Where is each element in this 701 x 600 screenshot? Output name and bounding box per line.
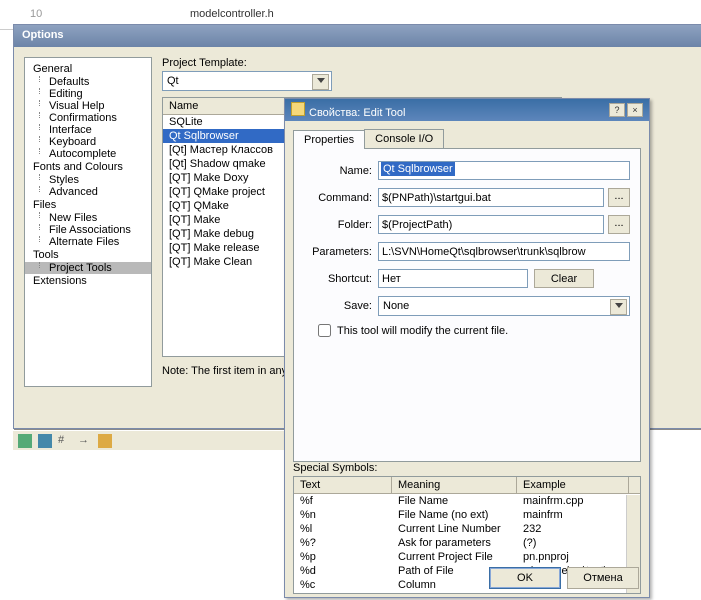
tree-item[interactable]: Confirmations bbox=[25, 112, 151, 124]
browse-button[interactable]: ... bbox=[608, 188, 630, 207]
clear-button[interactable]: Clear bbox=[534, 269, 594, 288]
tree-item[interactable]: Editing bbox=[25, 88, 151, 100]
tree-item[interactable]: Keyboard bbox=[25, 136, 151, 148]
symbol-row[interactable]: %?Ask for parameters(?) bbox=[294, 536, 640, 550]
tree-item[interactable]: Alternate Files bbox=[25, 236, 151, 248]
save-combo[interactable]: None bbox=[378, 296, 630, 316]
chevron-down-icon bbox=[317, 78, 325, 83]
tool-icon[interactable]: # bbox=[58, 434, 72, 448]
browse-button[interactable]: ... bbox=[608, 215, 630, 234]
category-tree[interactable]: General Defaults Editing Visual Help Con… bbox=[24, 57, 152, 387]
col-example[interactable]: Example bbox=[517, 477, 629, 493]
template-combo[interactable]: Qt bbox=[162, 71, 332, 91]
symbol-row[interactable]: %fFile Namemainfrm.cpp bbox=[294, 494, 640, 508]
tree-project-tools[interactable]: Project Tools bbox=[25, 262, 151, 274]
tree-files[interactable]: Files bbox=[25, 198, 151, 212]
shortcut-label: Shortcut: bbox=[304, 273, 378, 285]
filename: modelcontroller.h bbox=[190, 8, 274, 20]
symbol-row[interactable]: %nFile Name (no ext)mainfrm bbox=[294, 508, 640, 522]
modify-label: This tool will modify the current file. bbox=[337, 325, 508, 337]
prop-titlebar[interactable]: Свойства: Edit Tool ? × bbox=[285, 99, 649, 121]
symbol-row[interactable]: %pCurrent Project Filepn.pnproj bbox=[294, 550, 640, 564]
tab-console-io[interactable]: Console I/O bbox=[364, 129, 444, 148]
edit-tool-dialog: Свойства: Edit Tool ? × Properties Conso… bbox=[284, 98, 650, 598]
ok-button[interactable]: OK bbox=[489, 567, 561, 589]
close-button[interactable]: × bbox=[627, 103, 643, 117]
shortcut-input[interactable] bbox=[378, 269, 528, 288]
tree-item[interactable]: Advanced bbox=[25, 186, 151, 198]
name-input[interactable]: Qt Sqlbrowser bbox=[381, 162, 455, 176]
help-button[interactable]: ? bbox=[609, 103, 625, 117]
tool-icon[interactable]: → bbox=[78, 434, 92, 448]
params-input[interactable] bbox=[378, 242, 630, 261]
params-label: Parameters: bbox=[304, 246, 378, 258]
line-number: 10 bbox=[30, 8, 42, 20]
tree-item[interactable]: Autocomplete bbox=[25, 148, 151, 160]
tree-item[interactable]: Defaults bbox=[25, 76, 151, 88]
tree-item[interactable]: Styles bbox=[25, 174, 151, 186]
tree-item[interactable]: New Files bbox=[25, 212, 151, 224]
tool-icon[interactable] bbox=[38, 434, 52, 448]
command-label: Command: bbox=[304, 192, 378, 204]
tree-extensions[interactable]: Extensions bbox=[25, 274, 151, 288]
name-label: Name: bbox=[304, 165, 378, 177]
col-text[interactable]: Text bbox=[294, 477, 392, 493]
tree-item[interactable]: File Associations bbox=[25, 224, 151, 236]
tree-fonts[interactable]: Fonts and Colours bbox=[25, 160, 151, 174]
chevron-down-icon bbox=[615, 303, 623, 308]
tab-properties[interactable]: Properties bbox=[293, 130, 365, 149]
cancel-button[interactable]: Отмена bbox=[567, 567, 639, 589]
symbol-row[interactable]: %lCurrent Line Number232 bbox=[294, 522, 640, 536]
tree-item[interactable]: Visual Help bbox=[25, 100, 151, 112]
col-meaning[interactable]: Meaning bbox=[392, 477, 517, 493]
symbols-label: Special Symbols: bbox=[293, 462, 641, 474]
save-label: Save: bbox=[304, 300, 378, 312]
command-input[interactable] bbox=[378, 188, 604, 207]
folder-input[interactable] bbox=[378, 215, 604, 234]
tree-item[interactable]: Interface bbox=[25, 124, 151, 136]
folder-label: Folder: bbox=[304, 219, 378, 231]
template-label: Project Template: bbox=[162, 57, 692, 69]
tree-tools[interactable]: Tools bbox=[25, 248, 151, 262]
tool-icon[interactable] bbox=[18, 434, 32, 448]
tree-general[interactable]: General bbox=[25, 62, 151, 76]
modify-checkbox[interactable] bbox=[318, 324, 331, 337]
options-titlebar[interactable]: Options bbox=[14, 25, 701, 47]
app-icon bbox=[291, 102, 305, 116]
tool-icon[interactable] bbox=[98, 434, 112, 448]
